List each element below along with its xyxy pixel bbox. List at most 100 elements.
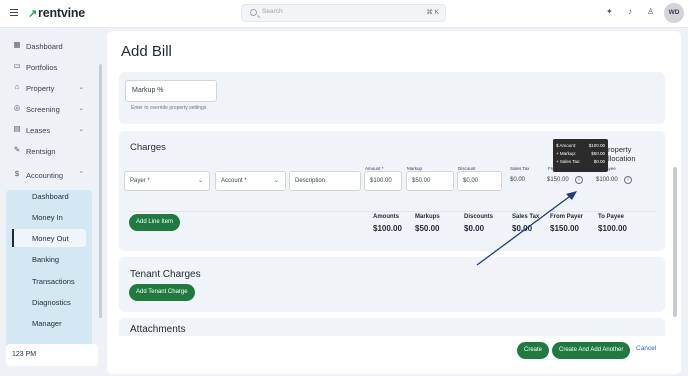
chevron-down-icon: ⌄ xyxy=(273,178,279,184)
amount-value: $100.00 xyxy=(370,178,392,184)
sidebar-subitem-transactions[interactable]: Transactions xyxy=(12,272,86,290)
sidebar-item-label: Portfolios xyxy=(26,63,58,72)
sidebar-subitem-label: Manager xyxy=(32,319,62,328)
sidebar-subitem-banking[interactable]: Banking xyxy=(12,250,86,268)
payer-select[interactable]: Payer * ⌄ xyxy=(124,171,210,191)
tenant-charges-section: Tenant Charges Add Tenant Charge xyxy=(119,257,665,312)
info-icon[interactable]: i xyxy=(575,176,583,184)
sidebar-subitem-manager[interactable]: Manager xyxy=(12,314,86,332)
tenant-charges-title: Tenant Charges xyxy=(130,269,201,280)
main-scrollbar[interactable] xyxy=(673,167,677,317)
info-icon[interactable]: i xyxy=(624,176,632,184)
sidebar-scrollbar[interactable] xyxy=(99,64,102,318)
sidebar-item-rentsign[interactable]: ✎ Rentsign xyxy=(6,141,90,161)
tooltip-row-label: $ Amount: xyxy=(556,143,577,148)
sidebar-subitem-label: Diagnostics xyxy=(32,298,71,307)
sidebar-item-portfolios[interactable]: ▭ Portfolios xyxy=(6,57,90,77)
hamburger-menu-icon[interactable] xyxy=(10,9,18,16)
sidebar-item-label: Leases xyxy=(26,126,51,135)
sidebar-item-leases[interactable]: ▤ Leases ⌄ xyxy=(6,120,90,140)
total-label: Discounts xyxy=(464,214,494,220)
total-value: $0.00 xyxy=(464,224,485,233)
cancel-link[interactable]: Cancel xyxy=(636,345,656,352)
add-tenant-charge-button[interactable]: Add Tenant Charge xyxy=(129,284,195,301)
bell-icon[interactable]: ♪ xyxy=(628,8,632,16)
screening-icon: ◎ xyxy=(13,103,21,112)
tooltip-row-label: + Markup: xyxy=(556,151,577,156)
create-and-add-another-button[interactable]: Create And Add Another xyxy=(552,342,631,359)
sidebar-subitem-dashboard[interactable]: Dashboard xyxy=(12,187,86,205)
brand-logo[interactable]: ↗rentvine xyxy=(28,6,85,20)
sidebar-subitem-money-in[interactable]: Money In xyxy=(12,208,86,226)
sidebar-subitem-label: Transactions xyxy=(32,277,75,286)
pen-icon: ✎ xyxy=(13,145,21,154)
sparkle-icon[interactable]: ✦ xyxy=(606,8,613,16)
sidebar-subitem-money-out[interactable]: Money Out xyxy=(12,229,86,247)
to-payee-value: $100.00 xyxy=(596,177,618,183)
markup-section: Markup % Enter to override property sett… xyxy=(119,72,665,124)
sidebar-item-accounting[interactable]: $ Accounting ⌃ xyxy=(6,165,90,185)
sidebar-subitem-label: Money Out xyxy=(32,234,69,243)
brand-name: rentvine xyxy=(38,6,86,20)
total-label: From Payer xyxy=(550,214,584,220)
tooltip-row: + Sales Tax: $0.00 xyxy=(556,159,605,164)
breakdown-tooltip: $ Amount: $100.00 + Markup: $50.00 + Sal… xyxy=(553,139,608,172)
amount-input[interactable]: $100.00 xyxy=(364,171,402,191)
markup-percent-input[interactable]: Markup % xyxy=(125,80,217,102)
sidebar-item-dashboard[interactable]: ▦ Dashboard xyxy=(6,36,90,56)
total-label: Amounts xyxy=(373,214,399,220)
search-icon xyxy=(250,9,257,16)
chevron-down-icon: ⌄ xyxy=(78,84,84,91)
sidebar-item-label: Screening xyxy=(26,105,60,114)
discount-value: $0.00 xyxy=(463,178,479,184)
sidebar-item-property[interactable]: ⌂ Property ⌄ xyxy=(6,78,90,98)
total-value: $50.00 xyxy=(415,224,440,233)
markup-input[interactable]: $50.00 xyxy=(406,171,454,191)
tooltip-row-value: $0.00 xyxy=(593,159,605,164)
description-placeholder: Description xyxy=(295,178,326,184)
total-value: $100.00 xyxy=(373,224,402,233)
tooltip-row: $ Amount: $100.00 xyxy=(556,143,605,148)
tooltip-row-value: $100.00 xyxy=(588,143,605,148)
property-allocation-label: Property Allocation xyxy=(603,145,636,163)
users-icon[interactable]: ♙ xyxy=(647,8,654,16)
total-label: Sales Tax xyxy=(512,214,540,220)
sidebar-item-label: Dashboard xyxy=(26,42,63,51)
attachments-title: Attachments xyxy=(130,324,186,335)
dollar-icon: $ xyxy=(14,169,20,178)
folder-icon: ▭ xyxy=(13,61,21,70)
charges-title: Charges xyxy=(130,142,166,153)
chevron-down-icon: ⌄ xyxy=(78,105,84,112)
sales-tax-value: $0.00 xyxy=(510,177,526,183)
total-label: To Payee xyxy=(598,214,624,220)
chevron-down-icon: ⌄ xyxy=(197,178,203,184)
tooltip-row-label: + Sales Tax: xyxy=(556,159,581,164)
sales-tax-label: Sales Tax xyxy=(510,166,530,171)
sidebar: ▦ Dashboard ▭ Portfolios ⌂ Property ⌄ ◎ … xyxy=(0,28,104,376)
create-button[interactable]: Create xyxy=(517,342,550,359)
sidebar-item-label: Accounting xyxy=(26,171,64,180)
total-label: Markups xyxy=(415,214,440,220)
sidebar-item-screening[interactable]: ◎ Screening ⌄ xyxy=(6,99,90,119)
sidebar-subitem-diagnostics[interactable]: Diagnostics xyxy=(12,293,86,311)
chevron-down-icon: ⌄ xyxy=(78,126,84,133)
tooltip-row-value: $50.00 xyxy=(591,151,605,156)
add-line-item-button[interactable]: Add Line Item xyxy=(129,214,181,231)
sidebar-subitem-label: Dashboard xyxy=(32,192,69,201)
account-select[interactable]: Account * ⌄ xyxy=(215,171,286,191)
account-select-label: Account * xyxy=(221,178,247,184)
sidebar-item-label: Rentsign xyxy=(26,147,56,156)
from-payer-value: $150.00 xyxy=(547,177,569,183)
description-input[interactable]: Description xyxy=(289,171,361,191)
main-panel: Add Bill Markup % Enter to override prop… xyxy=(107,31,681,374)
markup-hint: Enter to override property settings xyxy=(131,105,207,111)
markup-value: $50.00 xyxy=(412,178,431,184)
top-bar: ↗rentvine Search ⌘ K ✦ ♪ ♙ WD xyxy=(0,0,688,28)
search-bar[interactable]: Search ⌘ K xyxy=(241,4,446,22)
discount-input[interactable]: $0.00 xyxy=(457,171,502,191)
total-value: $100.00 xyxy=(598,224,627,233)
total-value: $150.00 xyxy=(550,224,579,233)
chevron-up-icon: ⌃ xyxy=(78,171,84,178)
avatar[interactable]: WD xyxy=(664,3,684,23)
sidebar-subitem-label: Banking xyxy=(32,255,60,264)
